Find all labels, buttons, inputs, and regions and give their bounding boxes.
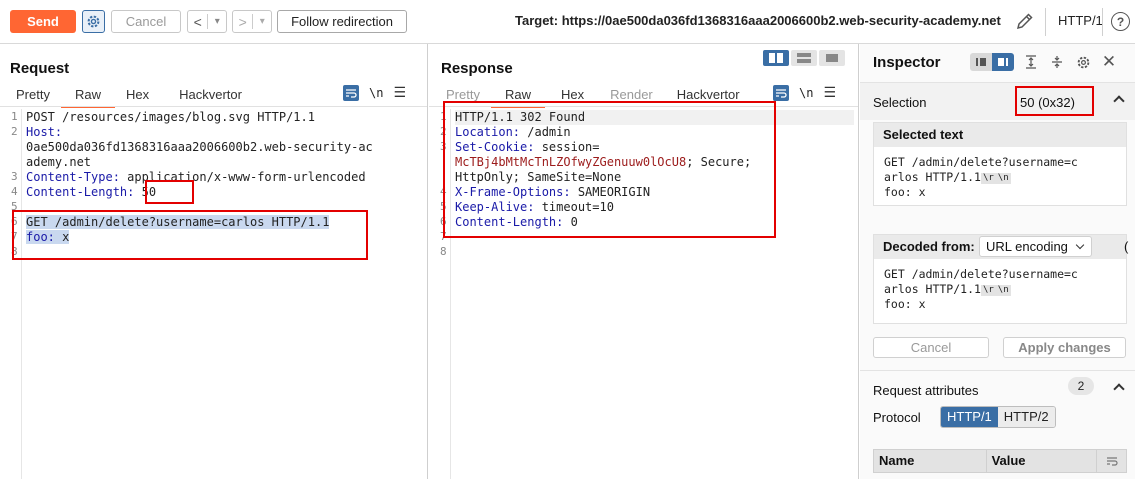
request-menu-icon[interactable]: ☰ — [393, 84, 406, 101]
panel-view-icon[interactable] — [992, 53, 1014, 71]
forward-arrow-icon[interactable]: > — [233, 14, 252, 30]
expand-all-icon[interactable] — [1022, 53, 1040, 71]
list-view-icon[interactable] — [970, 53, 992, 71]
divider — [1045, 8, 1046, 36]
close-icon[interactable]: ✕ — [1100, 52, 1118, 71]
layout-tabs-icon[interactable] — [819, 50, 845, 66]
request-attributes-label: Request attributes — [873, 383, 979, 398]
help-icon[interactable]: ? — [1111, 12, 1130, 31]
request-tab-pretty[interactable]: Pretty — [5, 86, 61, 106]
divider — [1102, 8, 1103, 36]
line-number: 4 — [11, 185, 18, 198]
chevron-down-icon — [1075, 240, 1085, 250]
apply-changes-button[interactable]: Apply changes — [1003, 337, 1126, 358]
protocol-http2-option[interactable]: HTTP/2 — [997, 407, 1055, 427]
http-version-label[interactable]: HTTP/1 — [1058, 13, 1103, 28]
layout-toggle — [763, 50, 845, 66]
response-title: Response — [441, 60, 513, 77]
back-button-group[interactable]: < ▾ — [187, 10, 227, 33]
smuggled-request-highlight — [12, 210, 368, 260]
layout-side-by-side-icon[interactable] — [763, 50, 789, 66]
gear-icon — [87, 15, 100, 28]
target-url: Target: https://0ae500da036fd1368316aaa2… — [515, 13, 1001, 28]
inspector-layout-toggle[interactable] — [970, 53, 1014, 71]
selected-text-title: Selected text — [874, 123, 1126, 147]
code-line[interactable]: Content-Type: application/x-www-form-url… — [26, 170, 423, 185]
word-wrap-icon[interactable] — [343, 84, 359, 101]
protocol-toggle[interactable]: HTTP/1 HTTP/2 — [940, 406, 1056, 428]
request-gutter — [0, 109, 22, 479]
chevron-up-icon[interactable] — [1113, 383, 1125, 395]
selection-value-highlight — [1015, 86, 1094, 116]
request-tab-raw[interactable]: Raw — [60, 86, 115, 108]
response-panel: Response Pretty Raw Hex Render Hackverto… — [429, 44, 859, 479]
request-editor-tools: \n ☰ — [343, 84, 406, 101]
collapse-all-icon[interactable] — [1048, 53, 1066, 71]
forward-history-dropdown-icon[interactable]: ▾ — [253, 16, 271, 27]
response-editor-tools: \n ☰ — [773, 84, 836, 101]
escape-r-badge: \r — [980, 285, 996, 296]
escape-n-badge: \n — [995, 285, 1011, 296]
follow-redirection-button[interactable]: Follow redirection — [277, 10, 407, 33]
response-highlight — [443, 101, 776, 238]
show-newlines-toggle[interactable]: \n — [799, 86, 813, 100]
line-number: 2 — [11, 125, 18, 138]
request-tab-hex[interactable]: Hex — [115, 86, 160, 106]
line-number: 3 — [11, 170, 18, 183]
selected-text-content[interactable]: GET /admin/delete?username=c arlos HTTP/… — [874, 147, 1126, 208]
back-history-dropdown-icon[interactable]: ▾ — [208, 16, 226, 27]
decoded-from-box: Decoded from: URL encoding ( GET /admin/… — [873, 234, 1128, 324]
show-newlines-toggle[interactable]: \n — [369, 86, 383, 100]
encoding-select[interactable]: URL encoding — [979, 236, 1092, 257]
escape-n-badge: \n — [995, 173, 1011, 184]
send-button[interactable]: Send — [10, 10, 76, 33]
request-tabs: Pretty Raw Hex Hackvertor — [5, 86, 253, 108]
protocol-label: Protocol — [873, 410, 921, 425]
code-line[interactable]: Content-Length: 50 — [26, 185, 423, 200]
edit-target-pencil-icon[interactable] — [1015, 11, 1035, 31]
request-panel: Request Pretty Raw Hex Hackvertor \n ☰ 1… — [0, 44, 428, 479]
attributes-table-header: Name Value — [873, 449, 1127, 473]
request-attributes-count: 2 — [1068, 377, 1094, 395]
word-wrap-icon[interactable] — [1096, 450, 1126, 472]
divider — [0, 106, 427, 107]
line-number: 1 — [11, 110, 18, 123]
code-line[interactable]: POST /resources/images/blog.svg HTTP/1.1 — [26, 110, 423, 125]
settings-gear-button[interactable] — [82, 10, 105, 33]
decoded-from-title: Decoded from: URL encoding ( — [874, 235, 1128, 259]
escape-r-badge: \r — [980, 173, 996, 184]
inspector-cancel-button[interactable]: Cancel — [873, 337, 989, 358]
code-line[interactable]: ademy.net — [26, 155, 423, 170]
content-length-highlight — [145, 180, 194, 204]
inspector-settings-gear-icon[interactable] — [1074, 53, 1092, 71]
request-editor[interactable]: 1 POST /resources/images/blog.svg HTTP/1.… — [0, 109, 427, 479]
selection-label: Selection — [873, 95, 927, 110]
word-wrap-icon[interactable] — [773, 84, 789, 101]
inspector-tools: ✕ — [970, 52, 1118, 71]
decoded-content[interactable]: GET /admin/delete?username=c arlos HTTP/… — [874, 259, 1126, 320]
inspector-title: Inspector — [873, 54, 941, 71]
line-number: 8 — [440, 245, 447, 258]
back-arrow-icon[interactable]: < — [188, 14, 207, 30]
column-header-value[interactable]: Value — [987, 450, 1097, 472]
selected-text-box: Selected text GET /admin/delete?username… — [873, 122, 1127, 206]
cancel-button[interactable]: Cancel — [111, 10, 181, 33]
forward-button-group[interactable]: > ▾ — [232, 10, 272, 33]
inspector-panel: Inspector ✕ Selection 50 (0x32) Selected… — [860, 44, 1135, 479]
code-line[interactable]: 0ae500da036fd1368316aaa2006600b2.web-sec… — [26, 140, 423, 155]
chevron-up-icon[interactable] — [1113, 95, 1125, 107]
response-menu-icon[interactable]: ☰ — [823, 84, 836, 101]
layout-stacked-icon[interactable] — [791, 50, 817, 66]
request-title: Request — [10, 60, 70, 77]
protocol-http1-option[interactable]: HTTP/1 — [941, 407, 998, 427]
code-line[interactable]: Host: — [26, 125, 423, 140]
column-header-name[interactable]: Name — [874, 450, 987, 472]
request-tab-hackvertor[interactable]: Hackvertor — [168, 86, 253, 106]
toolbar: Send Cancel < ▾ > ▾ Follow redirection T… — [0, 0, 1135, 44]
